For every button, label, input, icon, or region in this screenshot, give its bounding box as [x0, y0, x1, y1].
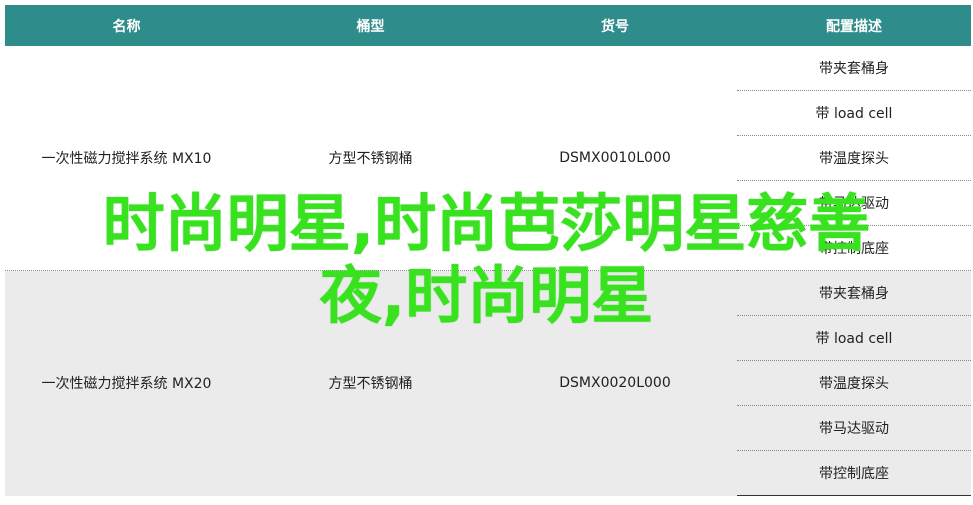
table-row: 一次性磁力搅拌系统 MX20 方型不锈钢桶 DSMX0020L000 带夹套桶身 — [5, 270, 971, 496]
table-row: 一次性磁力搅拌系统 MX10 方型不锈钢桶 DSMX0010L000 带夹套桶身 — [5, 46, 971, 271]
header-config-description: 配置描述 — [737, 5, 971, 46]
config-cell: 带马达驱动 — [737, 405, 971, 451]
config-cell: 带控制底座 — [737, 450, 971, 496]
barrel-type-cell: 方型不锈钢桶 — [248, 270, 493, 496]
header-name: 名称 — [5, 5, 248, 46]
sku-cell: DSMX0020L000 — [493, 270, 737, 496]
barrel-type-cell: 方型不锈钢桶 — [248, 46, 493, 271]
table-header-row: 名称 桶型 货号 配置描述 — [5, 5, 971, 46]
sku-cell: DSMX0010L000 — [493, 46, 737, 271]
config-cell: 带夹套桶身 — [737, 270, 971, 316]
product-spec-table: 名称 桶型 货号 配置描述 一次性磁力搅拌系统 MX10 方型不锈钢桶 DSMX… — [5, 5, 971, 496]
product-name-cell: 一次性磁力搅拌系统 MX10 — [5, 46, 248, 271]
config-cell: 带 load cell — [737, 315, 971, 361]
config-cell: 带温度探头 — [737, 360, 971, 406]
config-cell: 带 load cell — [737, 90, 971, 136]
header-sku: 货号 — [493, 5, 737, 46]
config-cell: 带夹套桶身 — [737, 46, 971, 91]
header-barrel-type: 桶型 — [248, 5, 493, 46]
config-cell: 带温度探头 — [737, 135, 971, 181]
config-cell: 带马达驱动 — [737, 180, 971, 226]
config-cell: 带控制底座 — [737, 225, 971, 271]
product-name-cell: 一次性磁力搅拌系统 MX20 — [5, 270, 248, 496]
